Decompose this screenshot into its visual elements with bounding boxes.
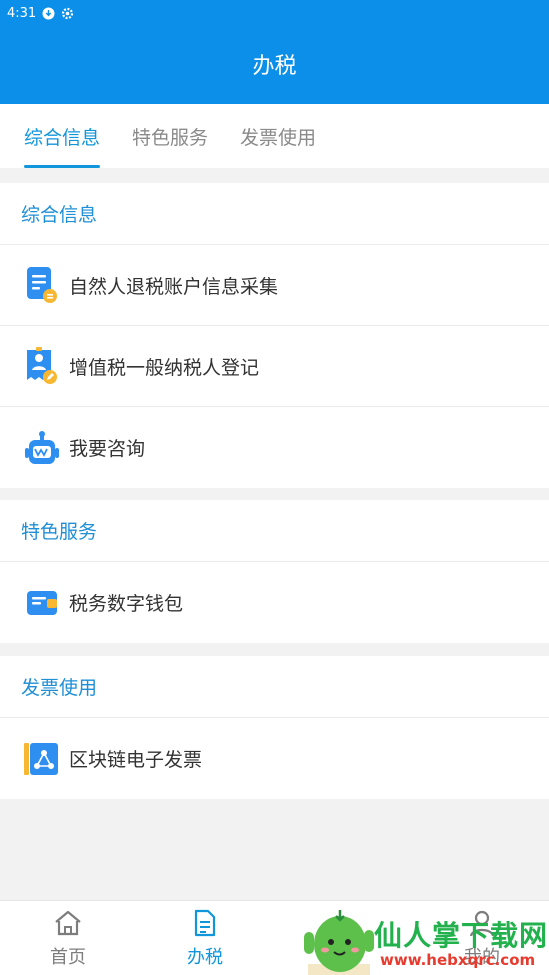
section-title: 特色服务: [0, 500, 549, 562]
document-coin-icon: [24, 265, 60, 305]
nav-label: 首页: [50, 946, 86, 968]
blockchain-invoice-icon: [24, 739, 60, 779]
tab-bar: 综合信息 特色服务 发票使用: [0, 104, 549, 168]
cactus-logo-icon: [304, 910, 374, 975]
home-icon: [53, 909, 83, 941]
tab-active-indicator: [24, 165, 101, 168]
nav-label: 办税: [187, 946, 223, 968]
robot-icon: [24, 428, 60, 468]
list-item-label: 自然人退税账户信息采集: [69, 275, 279, 298]
list-item-label: 增值税一般纳税人登记: [69, 356, 260, 379]
wallet-icon: [24, 583, 60, 623]
status-time: 4:31: [7, 5, 37, 21]
status-bar: 4:31: [0, 0, 549, 26]
list-item-consultation[interactable]: 我要咨询: [0, 407, 549, 488]
download-icon: [42, 7, 55, 20]
list-item-refund-account[interactable]: 自然人退税账户信息采集: [0, 245, 549, 326]
header-bar: 4:31 办税: [0, 0, 549, 104]
watermark-overlay: 仙人掌下载网 www.hebxqrc.com: [300, 904, 549, 975]
section-featured-services: 特色服务 税务数字钱包: [0, 500, 549, 643]
tab-label: 综合信息: [24, 126, 101, 149]
page-title: 办税: [252, 54, 297, 79]
list-item-blockchain-invoice[interactable]: 区块链电子发票: [0, 718, 549, 799]
tab-comprehensive-info[interactable]: 综合信息: [24, 104, 101, 168]
watermark-url: www.hebxqrc.com: [380, 951, 536, 969]
nav-home[interactable]: 首页: [18, 901, 118, 975]
list-item-label: 区块链电子发票: [69, 749, 203, 771]
tab-invoice-usage[interactable]: 发票使用: [240, 104, 316, 168]
section-comprehensive-info: 综合信息 自然人退税账户信息采集 增值税一般纳税人登记 我要咨询: [0, 183, 549, 488]
id-badge-pen-icon: [24, 346, 60, 386]
gear-icon: [61, 7, 74, 20]
list-item-vat-registration[interactable]: 增值税一般纳税人登记: [0, 326, 549, 407]
tab-label: 发票使用: [240, 126, 317, 149]
nav-tax[interactable]: 办税: [155, 901, 255, 975]
list-item-label: 税务数字钱包: [69, 593, 184, 615]
tab-label: 特色服务: [132, 126, 209, 149]
watermark-text: 仙人掌下载网: [374, 919, 549, 952]
section-invoice-usage: 发票使用 区块链电子发票: [0, 656, 549, 799]
section-title: 综合信息: [0, 183, 549, 245]
section-title: 发票使用: [0, 656, 549, 718]
list-item-label: 我要咨询: [69, 438, 146, 460]
list-item-digital-wallet[interactable]: 税务数字钱包: [0, 562, 549, 643]
document-icon: [193, 909, 217, 941]
tab-featured-services[interactable]: 特色服务: [132, 104, 208, 168]
